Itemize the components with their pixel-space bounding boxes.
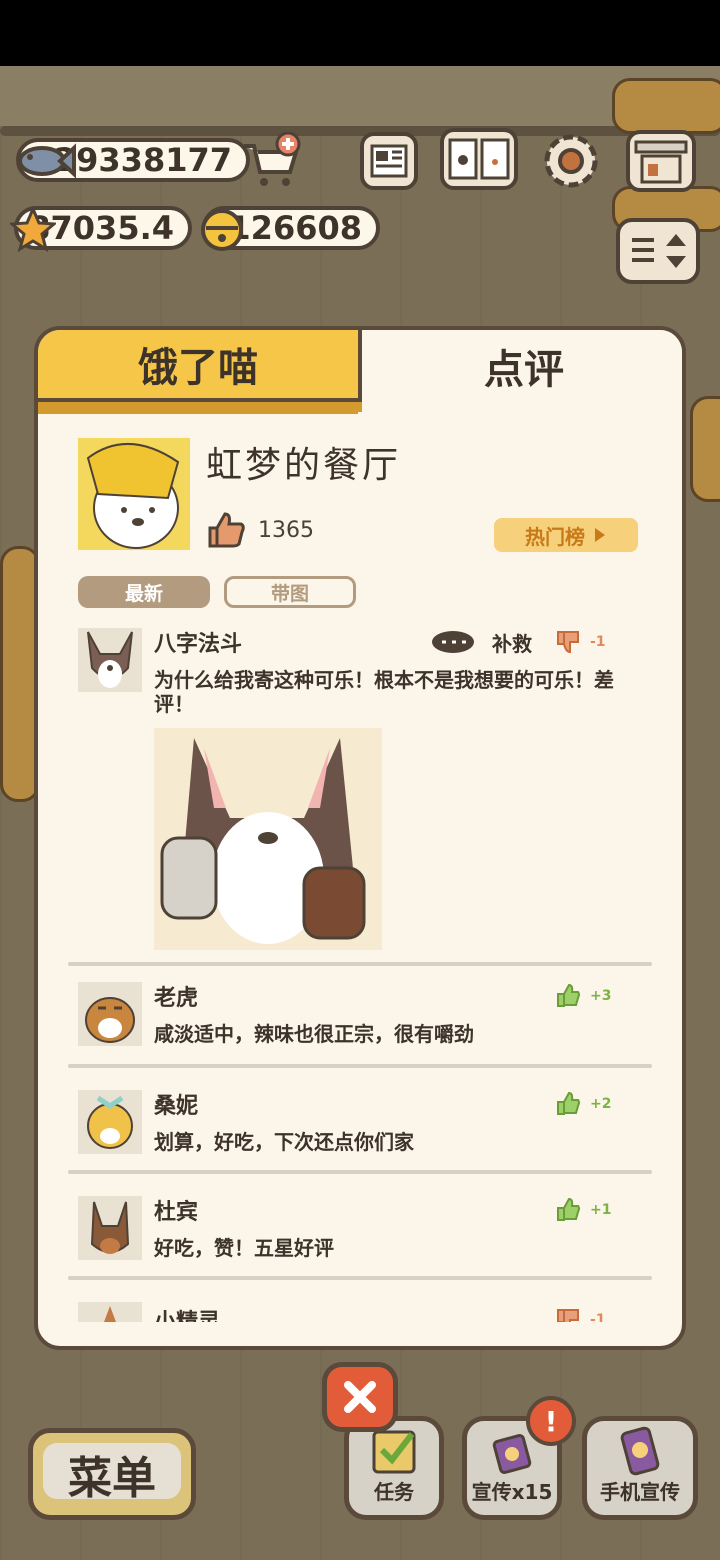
checklist-icon: [372, 1430, 416, 1474]
thumbs-up-icon: [557, 1091, 580, 1115]
tab-eleme[interactable]: 饿了喵: [38, 330, 362, 414]
reviewer-name: 八字法斗: [154, 632, 243, 657]
tab-shadow: [38, 402, 362, 412]
newspaper-icon: [370, 144, 408, 178]
reviewer-name: 杜宾: [154, 1200, 199, 1225]
thumbs-up-icon: [557, 1197, 580, 1221]
chat-bubble-icon: [432, 630, 474, 653]
fish-amount: 29338177: [53, 141, 232, 179]
review-item: 桑妮 +2 划算，好吃，下次还点你们家: [74, 1090, 654, 1156]
restaurant-name: 虹梦的餐厅: [206, 445, 402, 486]
remedy-label: 补救: [492, 632, 532, 656]
menu-label: 菜单: [68, 1453, 156, 1504]
flyer-icon: [492, 1434, 532, 1474]
star-icon: [10, 206, 56, 252]
hot-ranking-button[interactable]: 热门榜: [494, 518, 638, 552]
remedy-action[interactable]: 补救: [430, 628, 532, 657]
vote-count: +3: [590, 988, 612, 1004]
phone-icon: [620, 1426, 660, 1476]
shop-icon: [634, 140, 688, 184]
phone-promo-label: 手机宣传: [600, 1480, 680, 1504]
alert-badge: !: [526, 1396, 576, 1446]
newspaper-button[interactable]: [360, 132, 418, 190]
hot-ranking-label: 热门榜: [525, 524, 585, 549]
recipe-book-button[interactable]: [440, 128, 518, 190]
review-divider: [68, 1064, 652, 1068]
review-panel: 饿了喵 点评 虹梦的餐厅 1365 热门榜 最新 带图 八字法斗 补救 -1 为…: [34, 326, 686, 1350]
restaurant-likes: 1365: [206, 510, 314, 550]
close-icon: [344, 1381, 376, 1413]
reviewer-avatar: [78, 1090, 142, 1154]
vote-count: -1: [590, 1312, 606, 1322]
restaurant-avatar: [78, 438, 190, 550]
reviewer-name: 桑妮: [154, 1094, 199, 1119]
fish-icon: [18, 143, 76, 179]
review-item: 老虎 +3 咸淡适中，辣味也很正宗，很有嚼劲: [74, 982, 654, 1048]
review-text: 为什么给我寄这种可乐！根本不是我想要的可乐！差评！: [154, 668, 614, 716]
status-bar: [0, 0, 720, 66]
likes-count: 1365: [258, 517, 314, 543]
thumbs-down-icon: [557, 631, 579, 654]
tab-review[interactable]: 点评: [362, 330, 682, 402]
review-photo: [154, 728, 382, 950]
review-vote: +3: [554, 982, 611, 1010]
review-divider: [68, 1276, 652, 1280]
review-text: 好吃，赞！五星好评: [154, 1236, 334, 1260]
review-text: 咸淡适中，辣味也很正宗，很有嚼劲: [154, 1022, 474, 1046]
bell-icon: [201, 209, 243, 251]
paw-book-icon: [448, 138, 510, 180]
reviewer-avatar: [78, 1302, 142, 1322]
vote-count: +2: [590, 1096, 612, 1112]
review-vote: +1: [554, 1196, 611, 1224]
vote-count: -1: [590, 634, 606, 650]
reviewer-avatar: [78, 1196, 142, 1260]
review-item: 杜宾 +1 好吃，赞！五星好评: [74, 1196, 654, 1262]
thumbs-up-icon: [557, 983, 580, 1007]
promo-label: 宣传x15: [471, 1480, 553, 1504]
filter-latest[interactable]: 最新: [78, 576, 210, 608]
thumbs-up-icon: [208, 512, 245, 548]
sort-toggle-button[interactable]: [616, 218, 700, 284]
review-item: 八字法斗 补救 -1 为什么给我寄这种可乐！根本不是我想要的可乐！差评！: [74, 628, 654, 958]
phone-promo-button[interactable]: 手机宣传: [582, 1416, 698, 1520]
gear-icon: [544, 134, 598, 188]
alert-badge-label: !: [544, 1404, 558, 1438]
reviewer-avatar: [78, 628, 142, 692]
filter-with-image[interactable]: 带图: [224, 576, 356, 608]
thumbs-down-icon: [557, 1309, 579, 1322]
vote-count: +1: [590, 1202, 612, 1218]
review-text: 划算，好吃，下次还点你们家: [154, 1130, 414, 1154]
play-arrow-icon: [595, 528, 605, 542]
review-vote: -1: [554, 628, 606, 656]
review-vote: +2: [554, 1090, 611, 1118]
review-vote: -1: [554, 1306, 606, 1322]
settings-button[interactable]: [540, 130, 602, 192]
review-divider: [68, 1170, 652, 1174]
reviewer-name: 老虎: [154, 986, 199, 1011]
reviewer-avatar: [78, 982, 142, 1046]
review-divider: [68, 962, 652, 966]
review-item: 小精灵 -1: [74, 1302, 654, 1322]
menu-button[interactable]: 菜单: [28, 1428, 196, 1520]
close-button[interactable]: [322, 1362, 398, 1432]
reviewer-name: 小精灵: [154, 1304, 220, 1322]
task-label: 任务: [374, 1480, 414, 1504]
cart-add-icon[interactable]: [240, 132, 302, 190]
sort-icon: [632, 234, 686, 268]
shop-button[interactable]: [626, 130, 696, 192]
bell-amount: 126608: [228, 209, 362, 247]
